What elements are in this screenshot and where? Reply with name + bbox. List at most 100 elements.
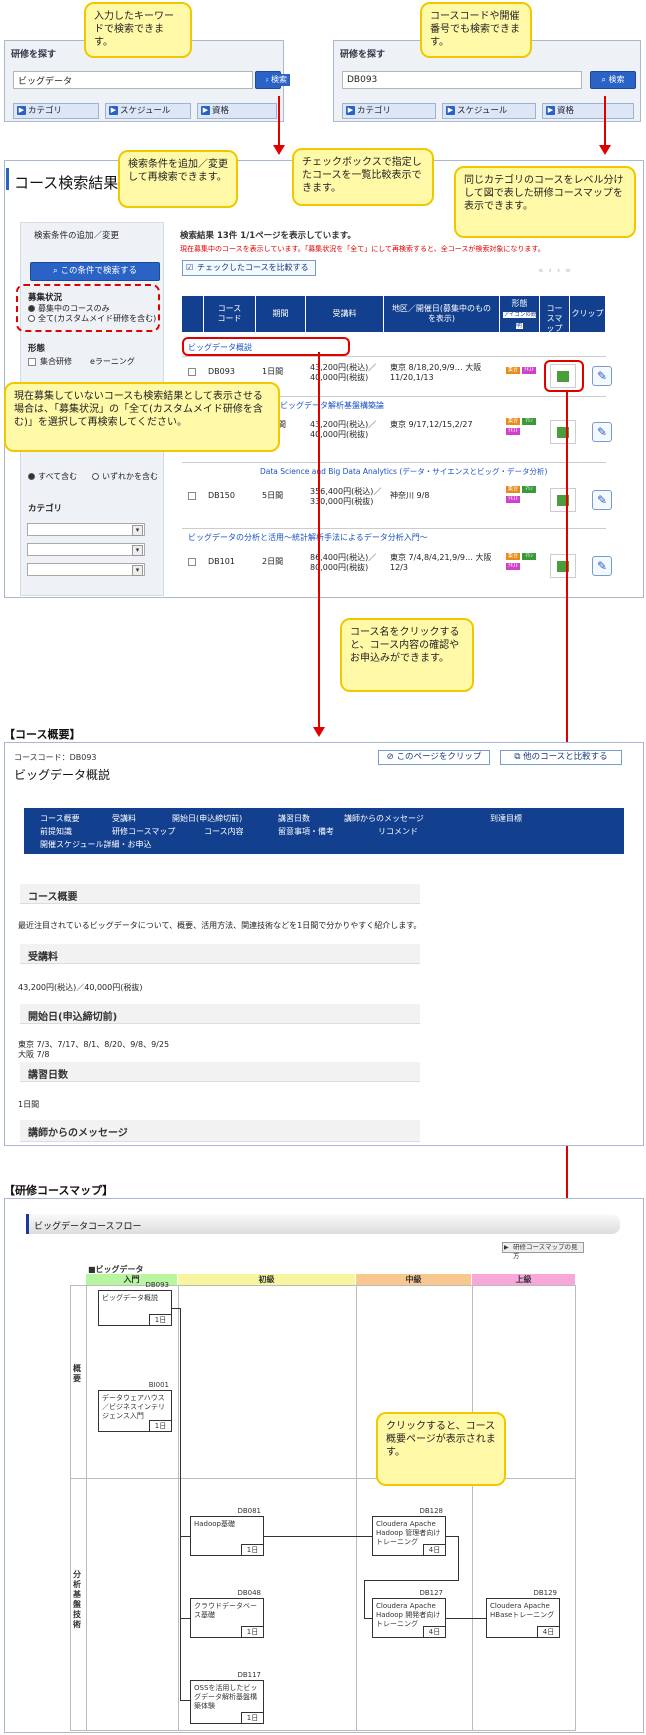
search-input[interactable] bbox=[13, 71, 253, 89]
map-course-box[interactable]: DB093 ビッグデータ概説 1日 bbox=[98, 1281, 172, 1326]
form-checkbox[interactable] bbox=[28, 358, 36, 366]
results-notice: 現在募集中のコースを表示しています。「募集状況を「全て」にして再検索すると、全コ… bbox=[180, 245, 545, 253]
callout-course-name: コース名をクリックすると、コース内容の確認やお申込みができます。 bbox=[340, 618, 474, 692]
contain-radio[interactable] bbox=[92, 473, 99, 480]
overview-text: 最近注目されているビッグデータについて、概要、活用方法、関連技術などを1日間で分… bbox=[18, 921, 422, 930]
map-course-code: DB129 bbox=[533, 1589, 557, 1597]
overview-nav-link[interactable]: コース内容 bbox=[204, 826, 244, 838]
overview-nav-link[interactable]: 講師からのメッセージ bbox=[344, 813, 424, 825]
col-map: コースマップ bbox=[540, 296, 570, 333]
nav-qualification[interactable]: 資格 bbox=[542, 103, 634, 119]
row-fee: 356,400円(税込)／330,000円(税抜) bbox=[310, 487, 382, 506]
map-course-box[interactable]: DB081 Hadoop基礎 1日 bbox=[190, 1507, 264, 1556]
search-button[interactable]: ⌕ 検索 bbox=[590, 71, 636, 89]
clip-page-button[interactable]: ⊘ このページをクリップ bbox=[378, 750, 490, 765]
row-checkbox[interactable] bbox=[188, 558, 196, 566]
howto-button[interactable]: ▶ 研修コースマップの見方 bbox=[502, 1242, 584, 1260]
map-course-box[interactable]: DB117 OSSを活用したビッグデータ解析基盤構築体験 1日 bbox=[190, 1671, 264, 1724]
form-tag-text: ﾃｷｽﾄ bbox=[506, 428, 520, 435]
col-fee: 受講料 bbox=[306, 296, 384, 332]
form-option[interactable]: eラーニング bbox=[90, 357, 135, 367]
coursemap-button[interactable] bbox=[550, 488, 576, 512]
map-course-code: DB081 bbox=[237, 1507, 261, 1515]
row-period: 1日間 bbox=[262, 367, 284, 376]
category-select-2[interactable] bbox=[27, 543, 145, 556]
row-checkbox[interactable] bbox=[188, 492, 196, 500]
map-course-box[interactable]: DB128 Cloudera Apache Hadoop 管理者向けトレーニング… bbox=[372, 1507, 446, 1556]
nav-category[interactable]: カテゴリ bbox=[13, 103, 99, 119]
row-period: 2日間 bbox=[262, 557, 284, 566]
contain-option[interactable]: いずれかを含む bbox=[102, 472, 158, 482]
course-group-title[interactable]: ビッグデータの分析と活用～統計解析手法によるデータ分析入門～ bbox=[188, 532, 428, 543]
contain-radio-active[interactable] bbox=[28, 473, 35, 480]
clip-icon[interactable]: ✎ bbox=[592, 556, 612, 576]
overview-nav-link[interactable]: 開始日(申込締切前) bbox=[172, 813, 242, 825]
nav-qualification[interactable]: 資格 bbox=[197, 103, 277, 119]
contain-option[interactable]: すべて含む bbox=[38, 472, 77, 482]
callout-course-code: コースコードや開催番号でも検索できます。 bbox=[420, 2, 532, 58]
map-row-label: 分析基盤技術 bbox=[73, 1570, 81, 1629]
map-course-box[interactable]: BI001 データウェアハウス／ビジネスインテリジェンス入門 1日 bbox=[98, 1381, 172, 1432]
map-course-name: Hadoop基礎 bbox=[194, 1520, 236, 1528]
map-connector bbox=[446, 1618, 486, 1619]
fee-text: 43,200円(税込)／40,000円(税抜) bbox=[18, 983, 143, 992]
clip-icon[interactable]: ✎ bbox=[592, 366, 612, 386]
overview-nav-link[interactable]: 開催スケジュール詳細・お申込 bbox=[40, 839, 151, 851]
overview-nav-link[interactable]: リコメンド bbox=[378, 826, 418, 838]
row-dates: 東京 7/4,8/4,21,9/9… 大阪 12/3 bbox=[390, 553, 492, 572]
nav-category[interactable]: カテゴリ bbox=[342, 103, 436, 119]
pager-icons[interactable]: « ‹ › » bbox=[538, 266, 618, 278]
form-tag-machine: ﾏｼﾝ bbox=[522, 418, 536, 425]
map-course-name: ビッグデータ概説 bbox=[102, 1294, 158, 1302]
form-tag-machine: ﾏｼﾝ bbox=[522, 486, 536, 493]
map-course-box[interactable]: DB048 クラウドデータベース基礎 1日 bbox=[190, 1589, 264, 1638]
form-tag-classroom: 集合 bbox=[506, 418, 520, 425]
form-option[interactable]: 集合研修 bbox=[40, 357, 72, 367]
clip-icon[interactable]: ✎ bbox=[592, 490, 612, 510]
map-course-box[interactable]: DB129 Cloudera Apache HBaseトレーニング 4日 bbox=[486, 1589, 560, 1638]
overview-nav-link[interactable]: 前提知識 bbox=[40, 826, 72, 838]
map-course-box[interactable]: DB127 Cloudera Apache Hadoop 開発者向けトレーニング… bbox=[372, 1589, 446, 1638]
checkbox-icon: ☑ bbox=[186, 263, 194, 272]
coursemap-icon bbox=[557, 371, 569, 382]
map-grid bbox=[70, 1285, 576, 1731]
col-code: コースコード bbox=[204, 296, 256, 332]
flow-title: ビッグデータコースフロー bbox=[34, 1222, 142, 1232]
nav-schedule[interactable]: スケジュール bbox=[442, 103, 536, 119]
overview-nav-link[interactable]: コース概要 bbox=[40, 813, 80, 825]
clip-icon[interactable]: ✎ bbox=[592, 422, 612, 442]
map-course-code: BI001 bbox=[148, 1381, 169, 1389]
map-grid-v bbox=[178, 1285, 179, 1731]
search-icon: ⌕ bbox=[53, 266, 58, 276]
row-checkbox[interactable] bbox=[188, 368, 196, 376]
level-advanced: 上級 bbox=[472, 1274, 576, 1285]
overview-nav-link[interactable]: 講習日数 bbox=[278, 813, 310, 825]
form-tag-text: ﾃｷｽﾄ bbox=[506, 563, 520, 570]
arrow-line bbox=[604, 96, 606, 146]
coursemap-button[interactable] bbox=[550, 364, 576, 388]
search-button-label[interactable]: 検索 bbox=[268, 74, 290, 86]
category-select-1[interactable] bbox=[27, 523, 145, 536]
coursemap-button[interactable] bbox=[550, 554, 576, 578]
form-tag-machine: ﾏｼﾝ bbox=[522, 553, 536, 560]
coursemap-button[interactable] bbox=[550, 420, 576, 444]
overview-nav-link[interactable]: 受講料 bbox=[112, 813, 136, 825]
overview-nav-link[interactable]: 到達目標 bbox=[490, 813, 522, 825]
status-highlight bbox=[16, 284, 160, 332]
category-select-3[interactable] bbox=[27, 563, 145, 576]
course-group-title[interactable]: Data Science and Big Data Analytics (データ… bbox=[260, 466, 547, 477]
map-connector bbox=[264, 1536, 372, 1537]
map-connector bbox=[180, 1618, 190, 1619]
course-group-title[interactable]: ビッグデータ解析基盤構築論 bbox=[280, 400, 384, 411]
overview-nav-link[interactable]: 研修コースマップ bbox=[112, 826, 175, 838]
icon-note[interactable]: アイコンの説明 bbox=[502, 312, 537, 329]
map-course-name: Cloudera Apache Hadoop 管理者向けトレーニング bbox=[376, 1520, 441, 1546]
overview-nav-link[interactable]: 留意事項・備考 bbox=[278, 826, 334, 838]
compare-other-button[interactable]: ⧉ 他のコースと比較する bbox=[500, 750, 622, 765]
research-button[interactable]: ⌕ この条件で検索する bbox=[30, 262, 160, 281]
compare-button[interactable]: ☑ チェックしたコースを比較する bbox=[182, 260, 316, 276]
map-connector bbox=[180, 1700, 190, 1701]
nav-schedule[interactable]: スケジュール bbox=[105, 103, 191, 119]
map-course-code: DB128 bbox=[419, 1507, 443, 1515]
search-input[interactable] bbox=[342, 71, 582, 89]
